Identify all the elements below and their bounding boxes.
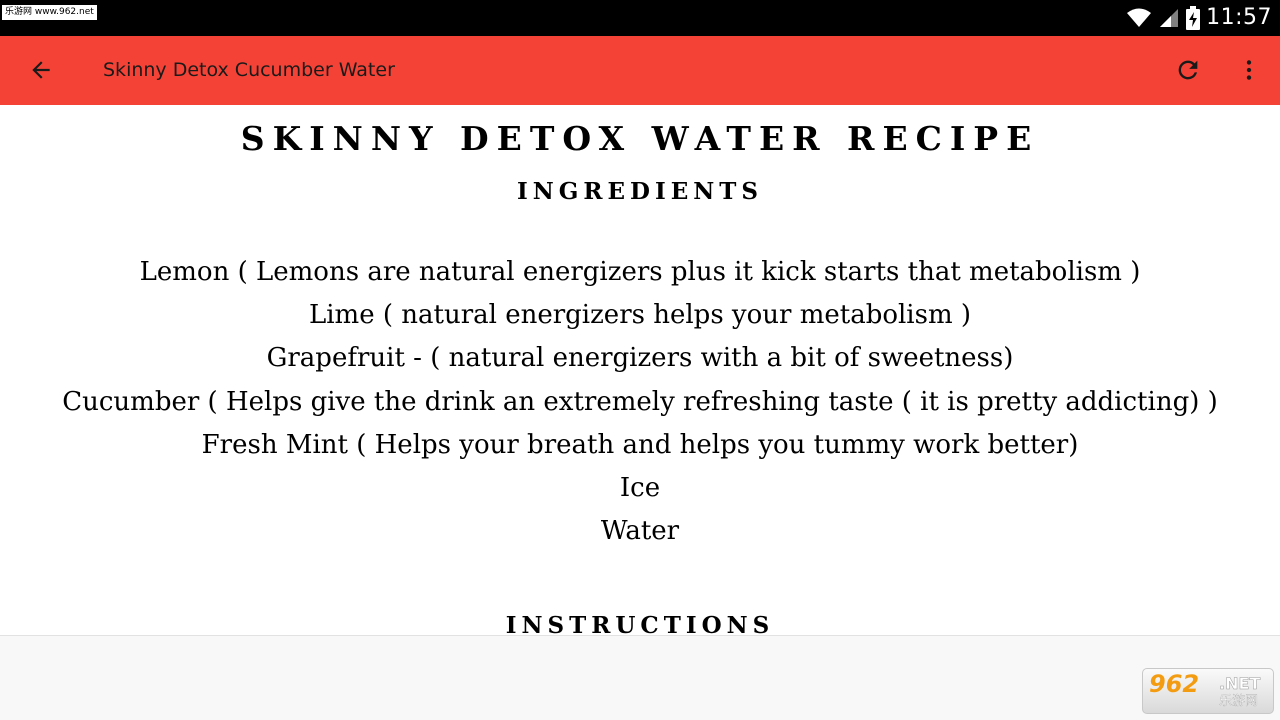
watermark-logo: 962 .NET 乐游网 (1142, 668, 1274, 714)
watermark-chinese: 乐游网 (1219, 694, 1259, 709)
ingredient-list: Lemon ( Lemons are natural energizers pl… (0, 251, 1280, 553)
watermark-brand: 962 (1149, 670, 1200, 698)
ingredient-item: Ice (619, 472, 661, 503)
recipe-title: SKINNY DETOX WATER RECIPE (240, 119, 1040, 158)
watermark-domain: .NET (1219, 674, 1261, 693)
status-icons: 11:57 (1126, 4, 1272, 32)
ingredients-heading: INGREDIENTS (516, 178, 764, 205)
arrow-back-icon (32, 61, 50, 79)
ingredient-item: Lemon ( Lemons are natural energizers pl… (139, 257, 1141, 287)
bottom-bar (0, 635, 1280, 720)
more-vert-icon (1246, 60, 1252, 80)
ingredient-item: Cucumber ( Helps give the drink an extre… (62, 386, 1218, 417)
toolbar-title: Skinny Detox Cucumber Water (103, 59, 395, 81)
back-button[interactable] (19, 48, 63, 92)
cellular-signal-icon (1160, 9, 1179, 27)
battery-charging-icon (1186, 6, 1201, 30)
recipe-content: SKINNY DETOX WATER RECIPE INGREDIENTS Le… (0, 105, 1280, 635)
app-bar: Skinny Detox Cucumber Water (0, 36, 1280, 105)
overflow-menu-button[interactable] (1227, 48, 1271, 92)
status-time: 11:57 (1206, 5, 1272, 30)
refresh-icon (1178, 60, 1198, 80)
ingredient-item: Grapefruit - ( natural energizers with a… (266, 343, 1014, 374)
instructions-heading: INSTRUCTIONS (505, 612, 775, 635)
refresh-button[interactable] (1166, 48, 1210, 92)
ingredient-item: Water (600, 516, 680, 547)
watermark-label: 乐游网 www.962.net (2, 5, 97, 20)
status-bar: 乐游网 www.962.net 11:57 (0, 0, 1280, 36)
ingredient-item: Lime ( natural energizers helps your met… (308, 300, 972, 331)
wifi-icon (1127, 8, 1152, 27)
ingredient-item: Fresh Mint ( Helps your breath and helps… (201, 429, 1079, 460)
